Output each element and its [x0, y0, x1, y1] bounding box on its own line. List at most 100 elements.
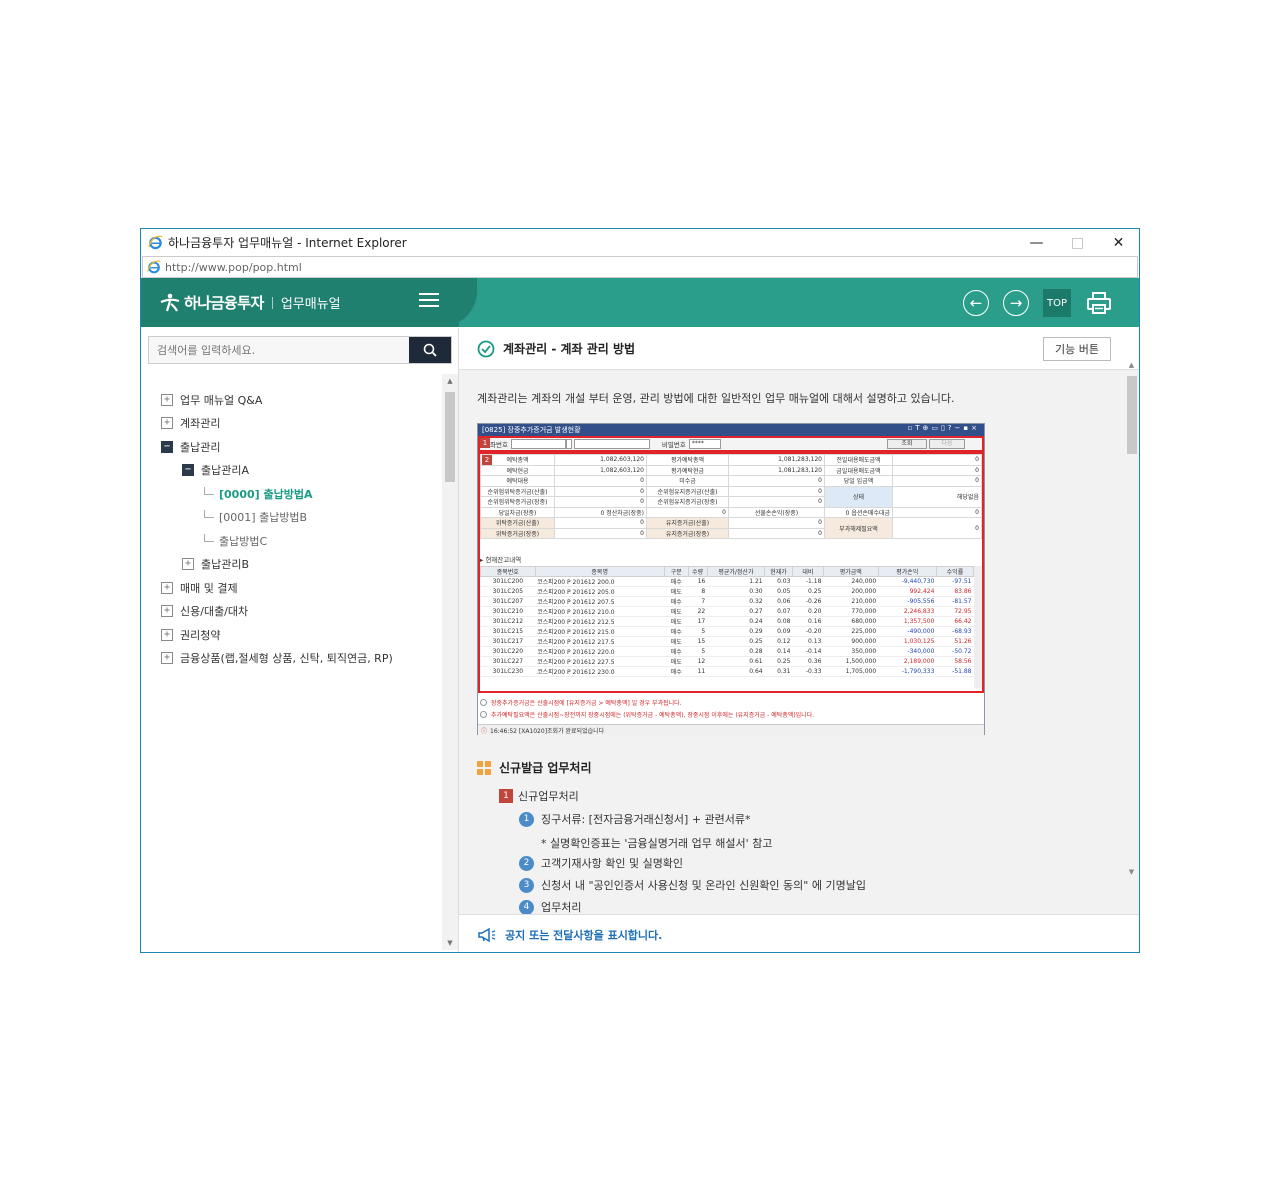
step-number: 1 — [519, 811, 534, 827]
tree-item-rights[interactable]: + 권리청약 — [161, 623, 393, 647]
close-button[interactable]: ✕ — [1098, 229, 1139, 256]
tree-item-label: [0001] 출납방법B — [219, 511, 308, 525]
window-title: 하나금융투자 업무매뉴얼 - Internet Explorer — [168, 236, 407, 250]
step-2: 2 고객기재사항 확인 및 실명확인 — [519, 855, 683, 871]
tree-branch — [204, 486, 214, 495]
scroll-up-icon[interactable]: ▲ — [442, 377, 458, 385]
content-scrollbar[interactable]: ▲ ▼ — [1124, 361, 1139, 914]
tree-item-label: 계좌관리 — [180, 417, 221, 431]
info-icon: ⓘ — [481, 727, 488, 735]
ie-icon — [147, 260, 161, 274]
section-title: 신규발급 업무처리 — [477, 759, 592, 776]
forward-icon[interactable]: → — [1003, 290, 1029, 316]
step-4: 4 업무처리 — [519, 899, 581, 914]
badge-2: 2 — [482, 455, 492, 465]
brand-separator — [271, 296, 273, 309]
tree-item-label: [0000] 출납방법A — [219, 487, 313, 501]
page-title: 계좌관리 - 계좌 관리 방법 — [503, 342, 636, 356]
menu-icon[interactable] — [419, 293, 439, 311]
minimize-button[interactable]: — — [1016, 229, 1057, 256]
tree-item-account[interactable]: + 계좌관리 — [161, 412, 393, 436]
tree-item-label: 권리청약 — [180, 628, 221, 642]
highlight-box-2 — [478, 452, 984, 693]
scroll-down-icon[interactable]: ▼ — [442, 939, 458, 947]
tree-item-products[interactable]: + 금융상품(랩,절세형 상품, 신탁, 퇴직연금, RP) — [161, 647, 393, 671]
intro-text: 계좌관리는 계좌의 개설 부터 운영, 관리 방법에 대한 일반적인 업무 매뉴… — [477, 392, 955, 405]
step-text: 징구서류: [전자금융거래신청서] + 관련서류* — [541, 813, 751, 826]
tree-item-method-a[interactable]: [0000] 출납방법A — [161, 482, 393, 506]
sidebar-scrollbar[interactable]: ▲ ▼ — [442, 374, 458, 950]
hts-screenshot: [0825] 장중추가증거금 발생현황 ▫T⊕▭▯?−▪× 계좌번호 비밀번호 … — [477, 423, 985, 735]
app-header: 하나금융투자 업무매뉴얼 ← → TOP — [141, 278, 1139, 327]
hts-title-bar: [0825] 장중추가증거금 발생현황 ▫T⊕▭▯?−▪× — [478, 424, 984, 436]
tree-item-label: 신용/대출/대차 — [180, 605, 249, 619]
brand-name: 하나금융투자 — [184, 294, 264, 312]
main-area: 계좌관리는 계좌의 개설 부터 운영, 관리 방법에 대한 일반적인 업무 매뉴… — [459, 370, 1124, 914]
top-button[interactable]: TOP — [1043, 289, 1071, 317]
scroll-thumb[interactable] — [1127, 376, 1137, 454]
tree-item-cash[interactable]: − 출납관리 — [161, 435, 393, 459]
collapse-icon[interactable]: − — [161, 440, 173, 453]
hana-logo-icon — [160, 293, 180, 312]
badge-1: 1 — [480, 438, 490, 448]
address-bar[interactable]: http://www.pop/pop.html — [142, 256, 1138, 278]
step-number: 3 — [519, 877, 534, 893]
tree-item-label: 매매 및 결제 — [180, 581, 238, 595]
expand-icon[interactable]: + — [161, 628, 173, 641]
expand-icon[interactable]: + — [161, 605, 173, 618]
footnote-text: 추가예탁필요액은 산출시점~장전까지 장중시점에는 (위탁증거금 - 예탁총액)… — [491, 712, 815, 719]
tree-item-label: 출납관리A — [201, 464, 250, 478]
step-text: 신청서 내 "공인인증서 사용신청 및 온라인 신원확인 동의" 에 기명날입 — [541, 879, 866, 892]
step-3: 3 신청서 내 "공인인증서 사용신청 및 온라인 신원확인 동의" 에 기명날… — [519, 877, 866, 893]
content: 계좌관리 - 계좌 관리 방법 기능 버튼 계좌관리는 계좌의 개설 부터 운영… — [459, 328, 1139, 952]
expand-icon[interactable]: + — [161, 417, 173, 430]
notice-bar: 공지 또는 전달사항을 표시합니다. — [459, 914, 1139, 952]
expand-icon[interactable]: + — [161, 652, 173, 665]
sub-title: 1 신규업무처리 — [499, 788, 579, 804]
scroll-thumb[interactable] — [445, 392, 455, 482]
bullet-icon — [480, 711, 487, 718]
hts-window-controls: ▫T⊕▭▯?−▪× — [907, 424, 980, 432]
tree-branch — [204, 533, 214, 542]
expand-icon[interactable]: + — [161, 581, 173, 594]
search-icon — [423, 343, 437, 357]
tree-branch — [204, 510, 214, 519]
tree-item-credit[interactable]: + 신용/대출/대차 — [161, 600, 393, 624]
status-text: 16:46:52 [XA1020]조회가 완료되었습니다 — [490, 727, 605, 735]
menu-tree: + 업무 매뉴얼 Q&A + 계좌관리 − 출납관리 − 출납관리A [0000… — [161, 388, 393, 670]
print-icon[interactable] — [1085, 289, 1113, 317]
expand-icon[interactable]: + — [182, 558, 194, 571]
search-button[interactable] — [409, 337, 451, 363]
function-button[interactable]: 기능 버튼 — [1043, 337, 1111, 361]
tree-item-cash-a[interactable]: − 출납관리A — [161, 459, 393, 483]
expand-icon[interactable]: + — [161, 393, 173, 406]
collapse-icon[interactable]: − — [182, 464, 194, 477]
tree-item-method-b[interactable]: [0001] 출납방법B — [161, 506, 393, 530]
tree-item-qa[interactable]: + 업무 매뉴얼 Q&A — [161, 388, 393, 412]
highlight-box-1 — [478, 436, 984, 452]
scroll-up-icon[interactable]: ▲ — [1124, 361, 1139, 369]
step-text: 업무처리 — [541, 901, 582, 914]
tree-item-cash-b[interactable]: + 출납관리B — [161, 553, 393, 577]
sidebar: + 업무 매뉴얼 Q&A + 계좌관리 − 출납관리 − 출납관리A [0000… — [141, 328, 459, 952]
tree-item-label: 출납방법C — [219, 534, 268, 548]
search-input[interactable] — [149, 337, 409, 363]
hts-status-bar: ⓘ 16:46:52 [XA1020]조회가 완료되었습니다 — [478, 724, 984, 735]
check-circle-icon — [477, 340, 495, 357]
tree-item-method-c[interactable]: 출납방법C — [161, 529, 393, 553]
tree-item-trade[interactable]: + 매매 및 결제 — [161, 576, 393, 600]
step-1: 1 징구서류: [전자금융거래신청서] + 관련서류* — [519, 811, 751, 827]
step-number: 2 — [519, 855, 534, 871]
tree-item-label: 출납관리 — [180, 440, 221, 454]
back-icon[interactable]: ← — [963, 290, 989, 316]
tree-item-label: 출납관리B — [201, 558, 250, 572]
brand[interactable]: 하나금융투자 업무매뉴얼 — [141, 278, 477, 327]
hts-title: [0825] 장중추가증거금 발생현황 — [482, 426, 581, 434]
sub-title-text: 신규업무처리 — [518, 790, 579, 803]
number-badge: 1 — [499, 789, 513, 803]
address-url: http://www.pop/pop.html — [165, 260, 302, 274]
section-title-text: 신규발급 업무처리 — [499, 761, 592, 775]
maximize-button[interactable]: □ — [1057, 229, 1098, 256]
brand-subtitle: 업무매뉴얼 — [280, 297, 341, 312]
scroll-down-icon[interactable]: ▼ — [1124, 868, 1139, 876]
